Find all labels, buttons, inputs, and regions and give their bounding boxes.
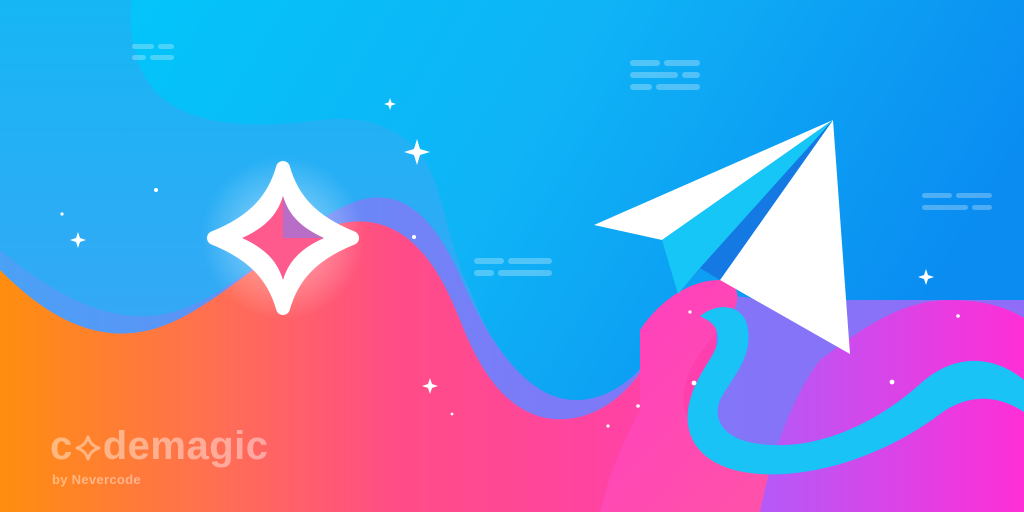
banner: c demagic by Nevercode: [0, 0, 1024, 512]
logo-wordmark: c demagic: [50, 426, 269, 466]
logo-word-rest: demagic: [102, 424, 269, 468]
codemagic-star-icon: [201, 156, 365, 320]
sparkle-icon: [450, 412, 454, 416]
sparkle-icon: [889, 379, 895, 385]
logo-tagline: by Nevercode: [52, 472, 141, 487]
sparkle-icon: [636, 404, 640, 408]
sparkle-icon: [688, 310, 692, 314]
sparkle-icon: [691, 380, 697, 386]
logo-word-first: c: [50, 424, 73, 468]
sparkle-icon: [606, 424, 610, 428]
sparkle-icon: [956, 314, 960, 318]
sparkle-icon: [154, 188, 158, 192]
sparkle-icon: [412, 235, 416, 239]
codemagic-logo: c demagic by Nevercode: [50, 426, 269, 487]
sparkle-icon: [60, 212, 64, 216]
logo-star-icon: [75, 435, 101, 461]
